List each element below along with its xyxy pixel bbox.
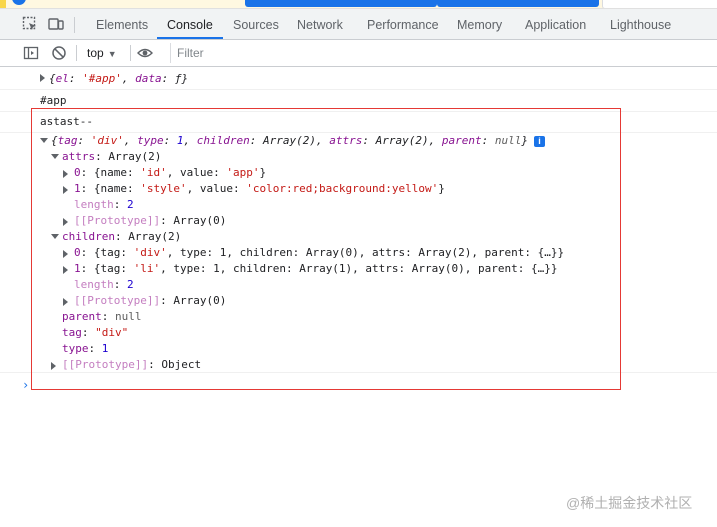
expand-arrow-icon[interactable] xyxy=(63,266,68,274)
infobar xyxy=(0,0,717,9)
console-message: astast-- xyxy=(0,110,717,133)
tree-row-child-1[interactable]: 1: {tag: 'li', type: 1, children: Array(… xyxy=(63,261,557,277)
tab-memory[interactable]: Memory xyxy=(457,9,502,39)
expand-arrow-icon[interactable] xyxy=(63,250,68,258)
console-text: #app xyxy=(40,94,67,107)
console-object-preview[interactable]: {el: '#app', data: ƒ} xyxy=(49,72,188,85)
infobar-dismiss-button[interactable] xyxy=(602,0,717,8)
tab-sources[interactable]: Sources xyxy=(233,9,279,39)
tree-row-attr-0[interactable]: 0: {name: 'id', value: 'app'} xyxy=(63,165,266,181)
tab-elements[interactable]: Elements xyxy=(96,9,148,39)
warning-strip xyxy=(0,0,6,8)
console-message: #app xyxy=(0,89,717,112)
infobar-primary-button[interactable] xyxy=(245,0,437,7)
tree-row-attrs-length: length: 2 xyxy=(74,198,134,211)
tab-performance[interactable]: Performance xyxy=(367,9,439,39)
tree-row-attr-1[interactable]: 1: {name: 'style', value: 'color:red;bac… xyxy=(63,181,445,197)
tab-network[interactable]: Network xyxy=(297,9,343,39)
device-toolbar-icon[interactable] xyxy=(48,16,64,32)
tree-root-row[interactable]: {tag: 'div', type: 1, children: Array(2)… xyxy=(40,133,545,149)
chevron-down-icon: ▼ xyxy=(107,49,117,59)
collapse-arrow-icon[interactable] xyxy=(51,154,59,159)
tree-row-children[interactable]: children: Array(2) xyxy=(51,229,181,245)
info-icon xyxy=(12,0,26,5)
collapse-arrow-icon[interactable] xyxy=(40,138,48,143)
console-text: astast-- xyxy=(40,115,93,128)
console-prompt[interactable]: › xyxy=(22,378,29,392)
info-badge-icon[interactable]: i xyxy=(533,135,545,147)
tree-row-attrs[interactable]: attrs: Array(2) xyxy=(51,149,161,165)
tree-row-children-prototype[interactable]: [[Prototype]]: Array(0) xyxy=(63,293,226,309)
tab-console[interactable]: Console xyxy=(157,9,223,39)
infobar-secondary-primary-button[interactable] xyxy=(437,0,599,7)
collapse-arrow-icon[interactable] xyxy=(51,234,59,239)
tree-row-attrs-prototype[interactable]: [[Prototype]]: Array(0) xyxy=(63,213,226,229)
expand-arrow-icon[interactable] xyxy=(63,298,68,306)
toolbar-separator xyxy=(76,45,77,61)
devtools-tabbar: Elements Console Sources Network Perform… xyxy=(0,9,717,40)
watermark: @稀土掘金技术社区 xyxy=(566,495,693,511)
expand-arrow-icon[interactable] xyxy=(63,170,68,178)
tab-application[interactable]: Application xyxy=(525,9,586,39)
toolbar-separator xyxy=(130,45,131,61)
tree-row-tag: tag: "div" xyxy=(62,326,129,339)
console-toolbar: top ▼ Filter xyxy=(0,40,717,67)
context-selector[interactable]: top ▼ xyxy=(87,44,117,62)
tree-bottom-divider xyxy=(0,352,717,373)
context-selector-label: top xyxy=(87,46,104,60)
tree-row-children-length: length: 2 xyxy=(74,278,134,291)
sidebar-toggle-icon[interactable] xyxy=(23,45,39,61)
expand-arrow-icon[interactable] xyxy=(63,218,68,226)
expand-arrow-icon[interactable] xyxy=(40,74,45,82)
tree-row-parent: parent: null xyxy=(62,310,142,323)
tree-row-child-0[interactable]: 0: {tag: 'div', type: 1, children: Array… xyxy=(63,245,564,261)
tabbar-separator xyxy=(74,17,75,33)
object-tree: {tag: 'div', type: 1, children: Array(2)… xyxy=(0,131,717,430)
live-expression-eye-icon[interactable] xyxy=(137,45,153,61)
expand-arrow-icon[interactable] xyxy=(63,186,68,194)
filter-input[interactable]: Filter xyxy=(170,43,717,63)
inspect-element-icon[interactable] xyxy=(22,16,38,32)
tab-lighthouse[interactable]: Lighthouse xyxy=(610,9,671,39)
console-message: {el: '#app', data: ƒ} xyxy=(0,67,717,90)
clear-console-icon[interactable] xyxy=(51,45,67,61)
